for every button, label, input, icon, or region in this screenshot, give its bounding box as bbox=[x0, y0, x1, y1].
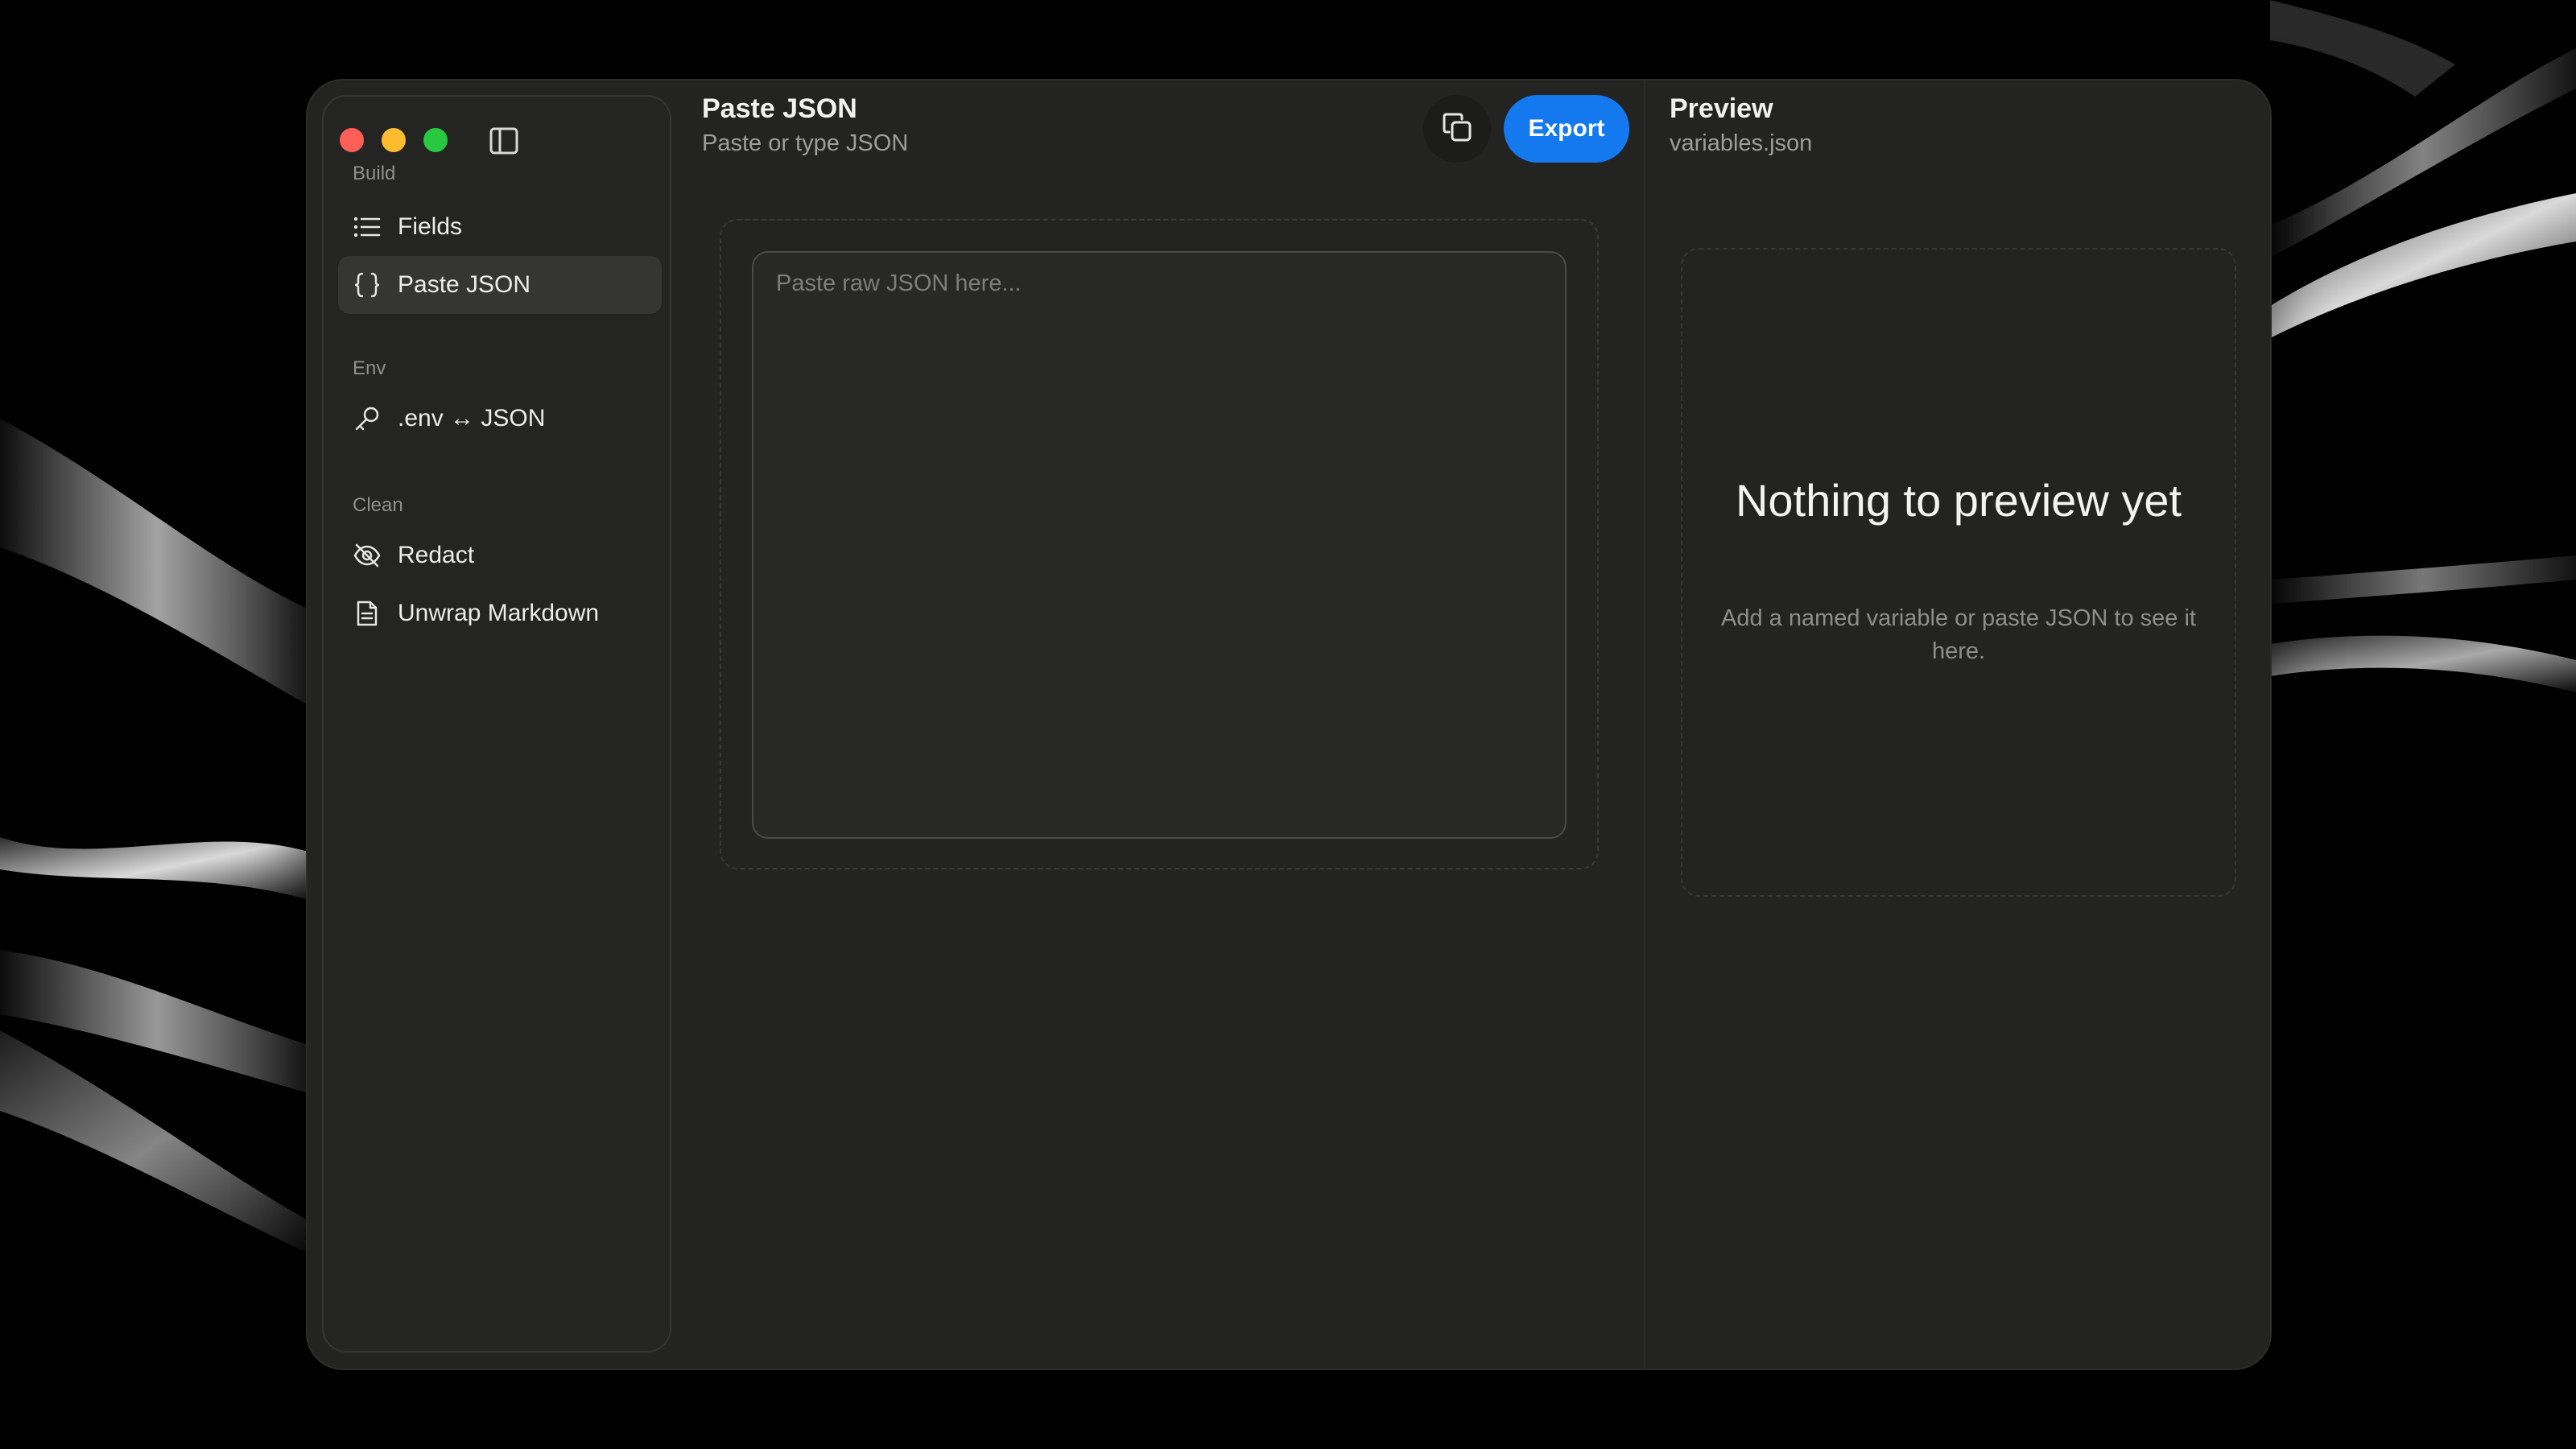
sidebar: Build Fields Paste JSON Env .env ↔ JSON … bbox=[322, 95, 671, 1352]
sidebar-item-label: Paste JSON bbox=[398, 271, 531, 298]
document-icon bbox=[353, 599, 382, 628]
list-icon bbox=[353, 213, 382, 242]
section-label-build: Build bbox=[353, 163, 396, 184]
preview-panel bbox=[1681, 248, 2236, 897]
minimize-window-button[interactable] bbox=[382, 128, 406, 152]
empty-state-text: Add a named variable or paste JSON to se… bbox=[1721, 605, 2196, 664]
page-subtitle: Paste or type JSON bbox=[702, 130, 909, 156]
sidebar-item-redact[interactable]: Redact bbox=[338, 526, 662, 584]
sidebar-item-env-json[interactable]: .env ↔ JSON bbox=[338, 390, 662, 448]
sidebar-item-fields[interactable]: Fields bbox=[338, 198, 662, 256]
page-title: Paste JSON bbox=[702, 93, 857, 124]
pane-divider[interactable] bbox=[1644, 80, 1645, 1368]
section-label-env: Env bbox=[353, 357, 386, 379]
sidebar-item-paste-json[interactable]: Paste JSON bbox=[338, 256, 662, 314]
key-icon bbox=[353, 404, 382, 433]
braces-icon bbox=[353, 270, 382, 299]
preview-title: Preview bbox=[1670, 93, 1773, 124]
empty-state-heading: Nothing to preview yet bbox=[1735, 475, 2182, 526]
sidebar-item-label: Fields bbox=[398, 213, 463, 240]
sidebar-item-label: Redact bbox=[398, 542, 475, 568]
section-label-clean: Clean bbox=[353, 494, 403, 516]
preview-filename: variables.json bbox=[1670, 130, 1813, 156]
sidebar-item-label: Unwrap Markdown bbox=[398, 600, 600, 626]
eye-off-icon bbox=[353, 541, 382, 570]
sidebar-item-label: .env ↔ JSON bbox=[398, 405, 546, 431]
zoom-window-button[interactable] bbox=[423, 128, 448, 152]
app-window: Build Fields Paste JSON Env .env ↔ JSON … bbox=[308, 80, 2270, 1368]
copy-button[interactable] bbox=[1423, 95, 1491, 163]
sidebar-item-unwrap-markdown[interactable]: Unwrap Markdown bbox=[338, 584, 662, 642]
export-button[interactable]: Export bbox=[1504, 95, 1629, 163]
sidebar-toggle-icon[interactable] bbox=[489, 127, 518, 155]
close-window-button[interactable] bbox=[340, 128, 364, 152]
copy-icon bbox=[1441, 111, 1473, 147]
json-input[interactable] bbox=[752, 251, 1567, 839]
